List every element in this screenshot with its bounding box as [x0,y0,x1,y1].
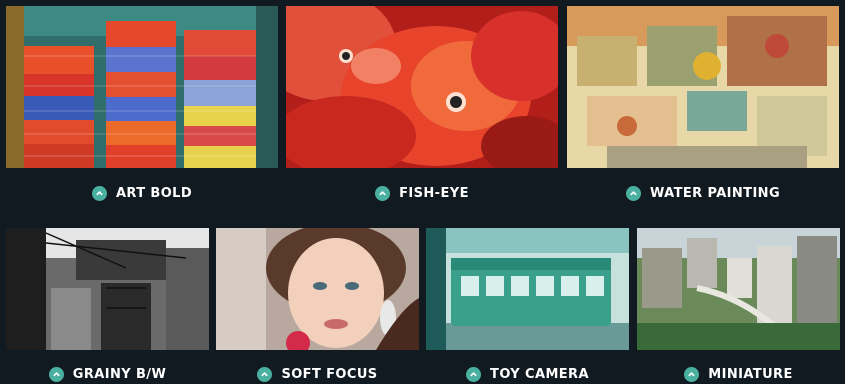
toy-camera-thumbnail[interactable] [426,228,629,350]
chevron-up-icon [257,366,273,382]
grainy-bw-label: GRAINY B/W [72,366,167,382]
grainy-bw-image [6,228,209,350]
soft-focus-caption[interactable]: SOFT FOCUS [216,364,419,384]
chevron-up-icon [91,185,107,201]
water-painting-label: WATER PAINTING [649,185,781,201]
chevron-up-icon [375,185,391,201]
fish-eye-label: FISH-EYE [399,185,469,201]
water-painting-caption[interactable]: WATER PAINTING [567,183,839,203]
art-bold-caption[interactable]: ART BOLD [6,183,278,203]
soft-focus-thumbnail[interactable] [216,228,419,350]
soft-focus-image [216,228,419,350]
soft-focus-label: SOFT FOCUS [281,366,378,382]
grainy-bw-thumbnail[interactable] [6,228,209,350]
toy-camera-caption[interactable]: TOY CAMERA [426,364,629,384]
chevron-up-icon [625,185,641,201]
miniature-thumbnail[interactable] [637,228,840,350]
chevron-up-icon [466,366,482,382]
water-painting-thumbnail[interactable] [567,6,839,168]
chevron-up-icon [48,366,64,382]
water-painting-image [567,6,839,168]
miniature-label: MINIATURE [708,366,793,382]
miniature-caption[interactable]: MINIATURE [637,364,840,384]
art-bold-label: ART BOLD [115,185,193,201]
fish-eye-thumbnail[interactable] [286,6,558,168]
toy-camera-image [426,228,629,350]
toy-camera-label: TOY CAMERA [490,366,589,382]
art-bold-thumbnail[interactable] [6,6,278,168]
grainy-bw-caption[interactable]: GRAINY B/W [6,364,209,384]
chevron-up-icon [684,366,700,382]
art-bold-image [6,6,278,168]
miniature-image [637,228,840,350]
fish-eye-image [286,6,558,168]
fish-eye-caption[interactable]: FISH-EYE [286,183,558,203]
